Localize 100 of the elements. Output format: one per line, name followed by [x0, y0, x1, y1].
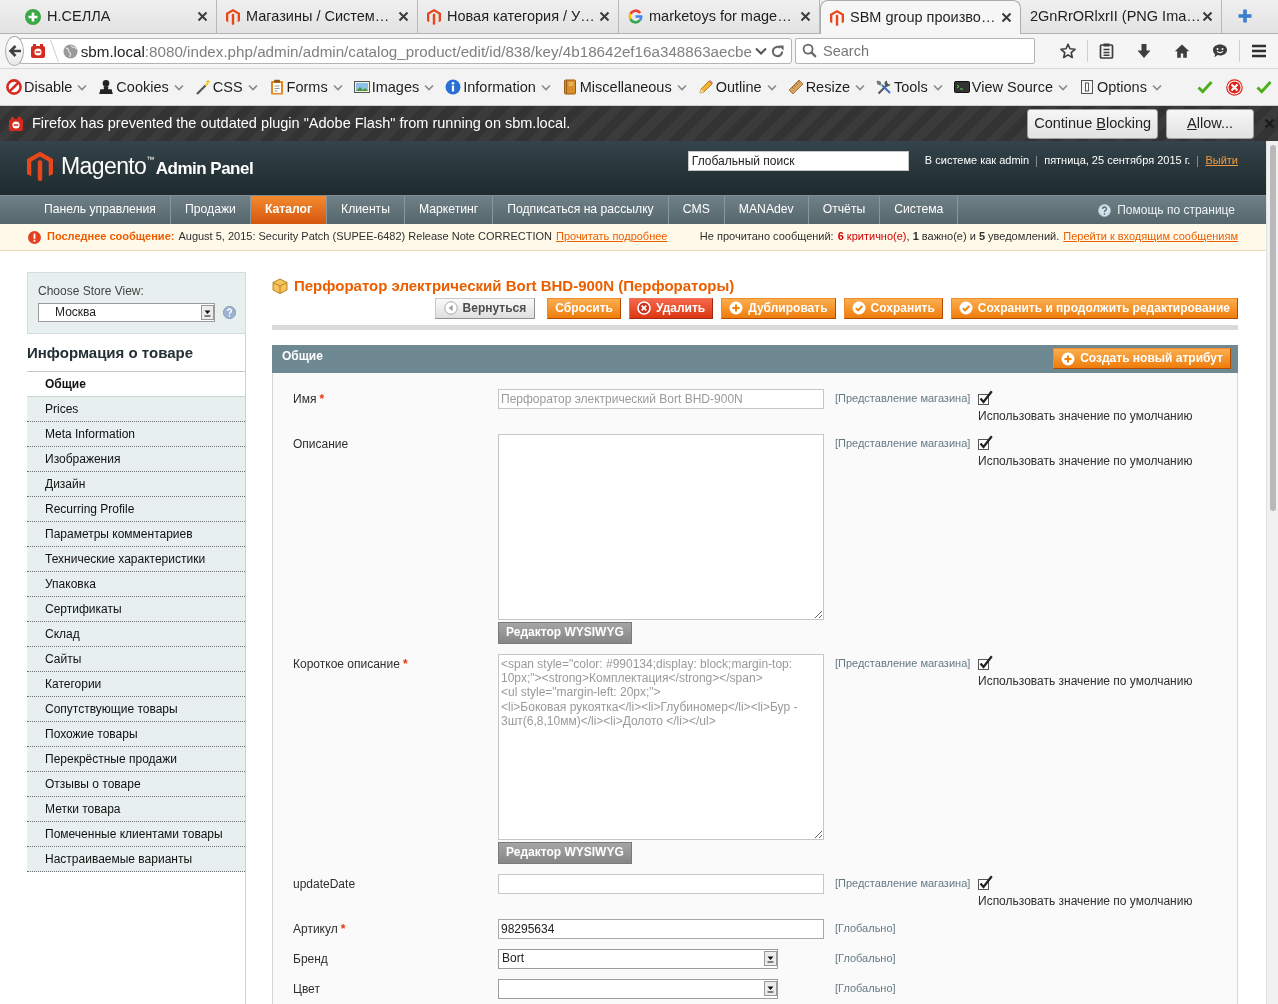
scrollbar-thumb[interactable]: [1270, 145, 1276, 511]
toolbar-menu-button[interactable]: Resize: [787, 77, 865, 97]
list-icon[interactable]: [1099, 43, 1114, 59]
check-icon[interactable]: [1256, 80, 1272, 94]
toolbar-menu-button[interactable]: View Source: [953, 77, 1068, 97]
field-label: Описание: [293, 435, 350, 452]
scope-label: [Представление магазина]: [835, 435, 972, 451]
g-logo-icon: [628, 9, 643, 24]
plugin-blocked-icon: [8, 115, 24, 132]
caret-icon: [173, 83, 184, 91]
toolbar-menu-button[interactable]: Options: [1078, 77, 1162, 97]
check-circle-icon: [851, 301, 866, 316]
store-view-dropdown[interactable]: Москва: [38, 303, 215, 322]
sidebar-tab[interactable]: Похожие товары: [27, 722, 245, 747]
text-field[interactable]: 98295634: [498, 918, 824, 939]
global-search-field[interactable]: Глобальный поиск: [687, 151, 909, 171]
home-icon[interactable]: [1174, 43, 1190, 59]
sidebar-tab[interactable]: Отзывы о товаре: [27, 772, 245, 797]
page-title: Перфоратор электрический Bort BHD-900N (Перфораторы): [294, 277, 735, 296]
latest-message-label: Последнее сообщение:: [47, 230, 175, 244]
toolbar-menu-button[interactable]: Forms: [268, 77, 343, 97]
sidebar-tab[interactable]: Дизайн: [27, 472, 245, 497]
sidebar-tab[interactable]: Метки товара: [27, 797, 245, 822]
wand-icon: [194, 79, 211, 95]
error-icon[interactable]: [1226, 78, 1243, 96]
sidebar-tab[interactable]: Технические характеристики: [27, 547, 245, 572]
browser-tab[interactable]: Новая категория / У…: [418, 0, 619, 33]
toolbar-menu-button[interactable]: Disable: [6, 77, 88, 97]
field-label: Имя *: [293, 390, 326, 407]
use-default-label: Использовать значение по умолчанию: [978, 673, 1193, 689]
browser-tab[interactable]: 2GnRrORlxrII (PNG Ima…: [1021, 0, 1222, 33]
use-default-label: Использовать значение по умолчанию: [978, 453, 1193, 469]
close-icon[interactable]: [800, 11, 811, 22]
menu-icon[interactable]: [1251, 44, 1267, 58]
toolbar-menu-button[interactable]: Information: [445, 77, 551, 97]
toolbar-menu-button[interactable]: Outline: [697, 77, 777, 97]
sidebar-tab[interactable]: Склад: [27, 622, 245, 647]
sidebar-tab[interactable]: Сопутствующие товары: [27, 697, 245, 722]
address-field[interactable]: sbm.local:8080/index.php/admin/admin/catalog_product/edit/id/838/key/4b18642ef16a348863aecbe: [20, 38, 792, 64]
sidebar-tab[interactable]: Сайты: [27, 647, 245, 672]
smiley-chat-icon[interactable]: [1212, 43, 1228, 59]
caret-icon: [1151, 83, 1162, 91]
logout-link[interactable]: Выйти: [1205, 154, 1238, 168]
sidebar-tab[interactable]: Recurring Profile: [27, 497, 245, 522]
scope-label: [Представление магазина]: [835, 390, 972, 406]
sidebar-tab[interactable]: Параметры комментариев: [27, 522, 245, 547]
browser-tab[interactable]: Магазины / Систем…: [217, 0, 418, 33]
plugin-blocked-icon[interactable]: [30, 43, 46, 59]
person-icon: [98, 79, 115, 95]
unread-messages-text: Не прочитано сообщений: 6 критично(е), 1 важно(е) и 5 уведомлений.: [699, 230, 1060, 244]
sidebar-tab[interactable]: Prices: [27, 397, 245, 422]
back-button[interactable]: [5, 36, 24, 66]
toolbar-menu-button[interactable]: CSS: [194, 77, 258, 97]
star-icon[interactable]: [1060, 43, 1076, 59]
prohibition-icon: [6, 79, 22, 95]
notification-button[interactable]: Continue Blocking: [1027, 108, 1159, 139]
help-link[interactable]: Помощь по странице: [1098, 202, 1235, 218]
caret-icon: [676, 83, 687, 91]
plus-icon: [729, 301, 744, 316]
search-field[interactable]: Search: [795, 38, 1035, 64]
caret-icon: [854, 83, 865, 91]
sidebar-tab[interactable]: Meta Information: [27, 422, 245, 447]
toolbar-menu-button[interactable]: Images: [353, 77, 435, 97]
close-icon[interactable]: [398, 11, 409, 22]
hexagon-logo-icon: [830, 9, 844, 26]
sidebar-tab[interactable]: Изображения: [27, 447, 245, 472]
download-icon[interactable]: [1136, 43, 1152, 59]
store-view-label: Choose Store View:: [38, 284, 145, 299]
dropdown-caret-icon[interactable]: [755, 47, 767, 55]
sidebar-tab[interactable]: Упаковка: [27, 572, 245, 597]
date-text: пятница, 25 сентября 2015 г.: [1044, 154, 1191, 168]
delete-button[interactable]: Удалить: [628, 297, 714, 319]
toolbar-menu-button[interactable]: Miscellaneous: [561, 77, 687, 97]
new-tab-plus-icon[interactable]: [1237, 8, 1253, 24]
hexagon-logo-icon: [27, 151, 53, 182]
sidebar-tab[interactable]: Перекрёстные продажи: [27, 747, 245, 772]
close-icon[interactable]: [599, 11, 610, 22]
hexagon-logo-icon: [226, 8, 240, 25]
close-icon[interactable]: [1001, 12, 1012, 23]
notification-button[interactable]: Allow...: [1166, 108, 1254, 139]
dropdown-field[interactable]: [498, 978, 778, 999]
dropdown-field[interactable]: Bort: [498, 948, 778, 969]
close-icon[interactable]: [197, 11, 208, 22]
back-icon: [443, 301, 458, 316]
toolbar-menu-button[interactable]: Cookies: [98, 77, 184, 97]
latest-message-text: August 5, 2015: Security Patch (SUPEE-6482) Release Note CORRECTION: [178, 230, 552, 244]
close-icon[interactable]: [1202, 11, 1213, 22]
browser-tab[interactable]: Н.СЕЛЛА: [16, 0, 217, 33]
sidebar-tab[interactable]: Категории: [27, 672, 245, 697]
sidebar-tab[interactable]: Сертификаты: [27, 597, 245, 622]
reload-icon[interactable]: [770, 43, 785, 59]
sidebar-tab[interactable]: Помеченные клиентами товары: [27, 822, 245, 847]
back-button[interactable]: Вернуться: [434, 297, 536, 319]
browser-tab[interactable]: SBM group произво…: [820, 0, 1021, 34]
caret-icon: [77, 83, 88, 91]
check-icon[interactable]: [1197, 80, 1213, 94]
globe-icon[interactable]: [62, 43, 78, 59]
logo-text: Magento$^{™}$: [61, 155, 154, 178]
sidebar-tab[interactable]: Настраиваемые варианты: [27, 847, 245, 872]
toolbar-menu-button[interactable]: Tools: [875, 77, 943, 97]
